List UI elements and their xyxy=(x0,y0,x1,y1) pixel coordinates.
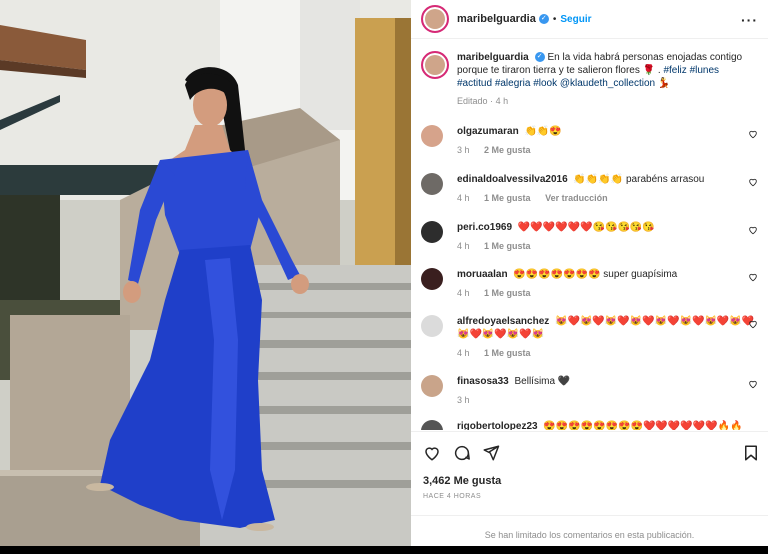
comment-item: peri.co1969 ❤️❤️❤️❤️❤️❤️😘😘😘😘😘 4 h 1 Me g… xyxy=(421,221,766,253)
comment-likes[interactable]: 1 Me gusta xyxy=(484,193,531,203)
edited-label: Editado xyxy=(457,96,488,106)
comments-limited-notice: Se han limitado los comentarios en esta … xyxy=(411,515,768,547)
caption-author-avatar[interactable] xyxy=(421,51,449,79)
caption-username[interactable]: maribelguardia xyxy=(457,52,529,63)
commenter-avatar[interactable] xyxy=(421,420,443,430)
comment-icon[interactable] xyxy=(453,444,471,462)
post-image[interactable] xyxy=(0,0,411,546)
instagram-post-window: { "post": { "username": "maribelguardia"… xyxy=(0,0,768,546)
comment-like-heart-icon[interactable] xyxy=(748,177,758,187)
comment-item: rigobertolopez23 😍😍😍😍😍😍😍😍❤️❤️❤️❤️❤️❤️🔥🔥 xyxy=(421,420,766,430)
comment-text: 😍😍😍😍😍😍😍 super guapísima xyxy=(513,269,678,280)
comment-likes[interactable]: 1 Me gusta xyxy=(484,348,531,358)
hashtag-link[interactable]: #actitud xyxy=(457,78,492,89)
commenter-username[interactable]: olgazumaran xyxy=(457,126,519,137)
caption-text-block: maribelguardia ✓ En la vida habrá persona… xyxy=(457,51,756,90)
commenter-username[interactable]: edinaldoalvessilva2016 xyxy=(457,174,568,185)
commenter-avatar[interactable] xyxy=(421,268,443,290)
comment-meta: 4 h 1 Me gusta xyxy=(457,347,766,360)
author-avatar[interactable] xyxy=(421,5,449,33)
separator-dot: • xyxy=(552,13,557,25)
comment-item: finasosa33 Bellísima 🖤 3 h xyxy=(421,375,766,407)
comment-text: ❤️❤️❤️❤️❤️❤️😘😘😘😘😘 xyxy=(517,222,655,233)
comment-meta: 4 h 1 Me gusta xyxy=(457,240,766,253)
comment-meta: 3 h xyxy=(457,394,766,407)
comment-meta: 4 h 1 Me gusta xyxy=(457,287,766,300)
caption-separator: · xyxy=(490,96,494,106)
hashtag-link[interactable]: #alegria xyxy=(495,78,531,89)
caption-time: 4 h xyxy=(495,96,509,106)
comment-likes[interactable]: 2 Me gusta xyxy=(484,145,531,155)
commenter-username[interactable]: rigobertolopez23 xyxy=(457,421,538,430)
hashtag-link[interactable]: #lunes xyxy=(690,65,719,76)
comment-time: 3 h xyxy=(457,395,470,405)
commenter-avatar[interactable] xyxy=(421,375,443,397)
comment-like-heart-icon[interactable] xyxy=(748,319,758,329)
comment-likes[interactable]: 1 Me gusta xyxy=(484,288,531,298)
post-actions: 3,462 Me gusta HACE 4 HORAS xyxy=(411,431,768,517)
comment-time: 4 h xyxy=(457,193,470,203)
post-time: HACE 4 HORAS xyxy=(423,493,482,500)
commenter-avatar[interactable] xyxy=(421,315,443,337)
see-translation-link[interactable]: Ver traducción xyxy=(545,193,608,203)
comment-text: 👏👏😍 xyxy=(524,126,562,137)
follow-button[interactable]: Seguir xyxy=(560,14,591,25)
caption-meta: Editado · 4 h xyxy=(457,95,756,108)
comment-text: 😍😍😍😍😍😍😍😍❤️❤️❤️❤️❤️❤️🔥🔥 xyxy=(543,421,743,430)
post-header: maribelguardia ✓ • Seguir ··· xyxy=(411,0,768,39)
mention-link[interactable]: @klaudeth_collection xyxy=(560,78,655,89)
comment-like-heart-icon[interactable] xyxy=(748,379,758,389)
share-icon[interactable] xyxy=(482,444,500,462)
comment-item: olgazumaran 👏👏😍 3 h 2 Me gusta xyxy=(421,125,766,157)
post-caption: maribelguardia ✓ En la vida habrá persona… xyxy=(421,51,756,108)
comment-like-heart-icon[interactable] xyxy=(748,225,758,235)
commenter-avatar[interactable] xyxy=(421,125,443,147)
comment-item: moruaalan 😍😍😍😍😍😍😍 super guapísima 4 h 1 … xyxy=(421,268,766,300)
post-photo-woman-blue-dress-on-stairs xyxy=(0,0,411,546)
commenter-avatar[interactable] xyxy=(421,173,443,195)
post-side-panel: maribelguardia ✓ • Seguir ··· maribelgua… xyxy=(411,0,768,546)
commenter-username[interactable]: alfredoyaelsanchez xyxy=(457,316,549,327)
comment-item: edinaldoalvessilva2016 👏👏👏👏 parabéns arr… xyxy=(421,173,766,205)
more-options-icon[interactable]: ··· xyxy=(741,12,758,28)
likes-count[interactable]: 3,462 Me gusta xyxy=(423,475,501,487)
comments-list[interactable]: maribelguardia ✓ En la vida habrá persona… xyxy=(411,39,768,430)
verified-badge-icon: ✓ xyxy=(538,14,549,24)
author-username[interactable]: maribelguardia xyxy=(457,13,536,25)
comment-meta: 4 h 1 Me gusta Ver traducción xyxy=(457,192,766,205)
commenter-username[interactable]: moruaalan xyxy=(457,269,508,280)
comment-time: 4 h xyxy=(457,348,470,358)
verified-badge-icon: ✓ xyxy=(534,52,545,63)
commenter-avatar[interactable] xyxy=(421,221,443,243)
bookmark-icon[interactable] xyxy=(742,444,760,462)
comment-item: alfredoyaelsanchez 😻❤️😻❤️😻❤️😻❤️😻❤️😻❤️😻❤️… xyxy=(421,315,766,360)
comment-meta: 3 h 2 Me gusta xyxy=(457,144,766,157)
heart-icon[interactable] xyxy=(423,444,441,462)
comment-like-heart-icon[interactable] xyxy=(748,129,758,139)
caption-emoji: 💃 xyxy=(657,78,671,89)
comment-time: 3 h xyxy=(457,145,470,155)
comment-time: 4 h xyxy=(457,241,470,251)
comment-like-heart-icon[interactable] xyxy=(748,272,758,282)
comment-text: 👏👏👏👏 parabéns arrasou xyxy=(573,174,705,185)
comment-text: Bellísima 🖤 xyxy=(514,376,571,387)
comment-time: 4 h xyxy=(457,288,470,298)
commenter-username[interactable]: peri.co1969 xyxy=(457,222,512,233)
comment-likes[interactable]: 1 Me gusta xyxy=(484,241,531,251)
hashtag-link[interactable]: #feliz xyxy=(663,65,686,76)
hashtag-link[interactable]: #look xyxy=(533,78,557,89)
commenter-username[interactable]: finasosa33 xyxy=(457,376,509,387)
